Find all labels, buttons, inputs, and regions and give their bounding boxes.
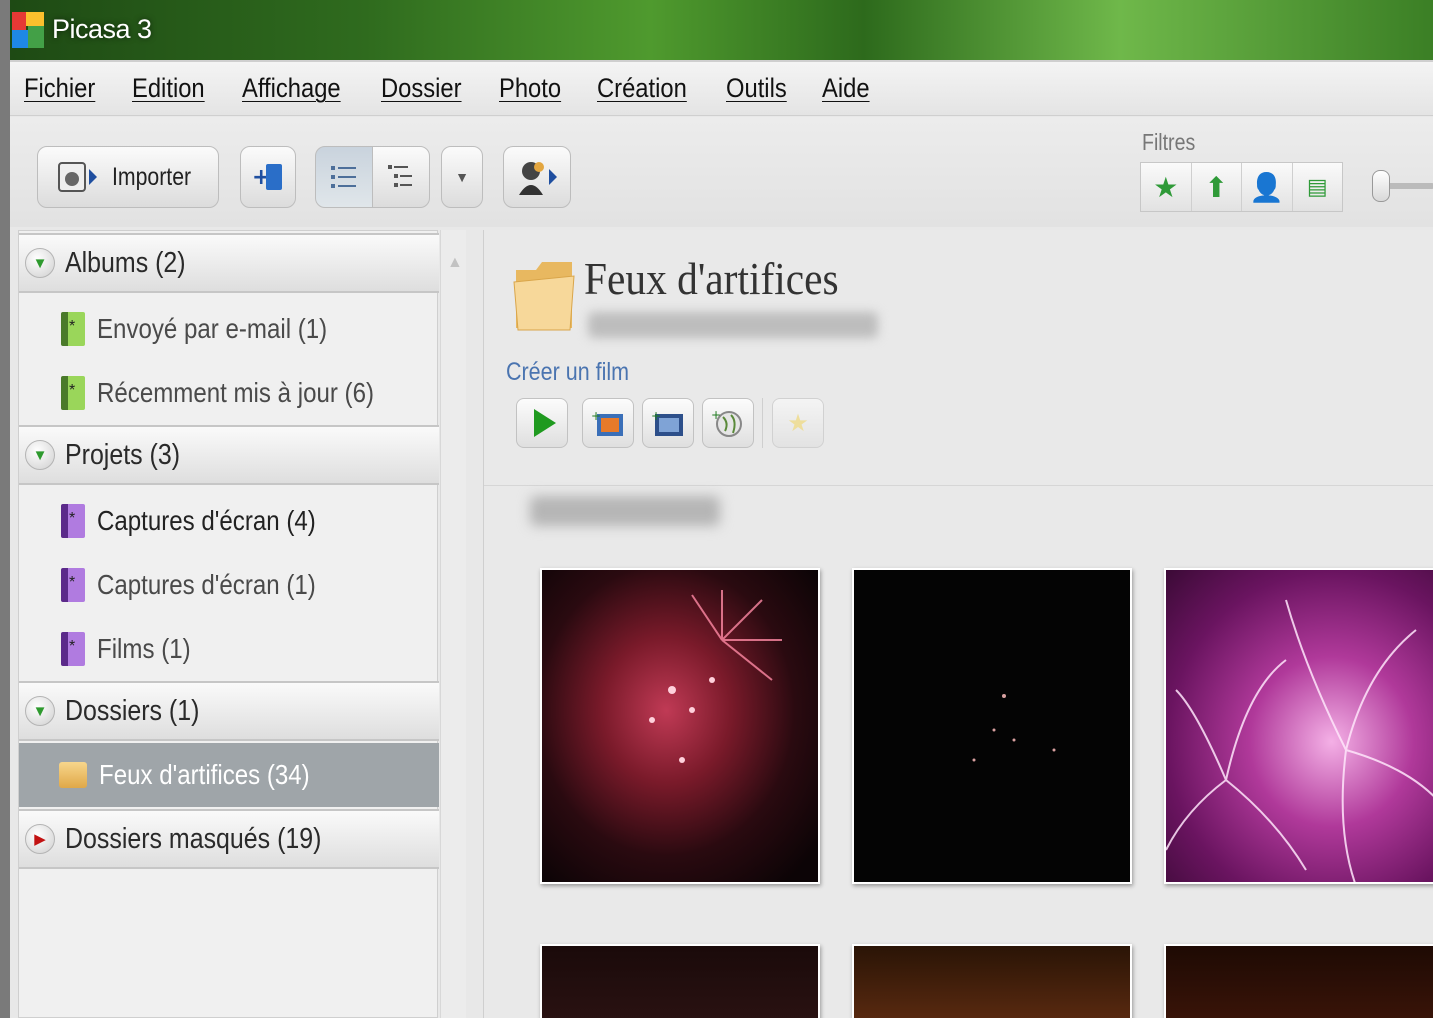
menu-fichier[interactable]: Fichier <box>24 73 95 104</box>
photo-thumbnail[interactable] <box>852 944 1132 1018</box>
add-photo-button[interactable]: + <box>582 398 634 448</box>
sidebar-item-captures-1[interactable]: * Captures d'écran (1) <box>19 553 439 617</box>
add-to-album-button[interactable]: + <box>240 146 296 208</box>
list-view-button[interactable] <box>315 146 373 208</box>
star-button[interactable]: ★ <box>772 398 824 448</box>
sidebar-item-films[interactable]: * Films (1) <box>19 617 439 681</box>
slideshow-button[interactable] <box>516 398 568 448</box>
star-icon: ★ <box>787 409 809 437</box>
library-scrollbar[interactable]: ▲ <box>440 230 466 1018</box>
filter-slider-thumb[interactable] <box>1372 170 1390 202</box>
window-title: Picasa 3 <box>52 14 152 44</box>
section-dossiers-masques[interactable]: ▶ Dossiers masqués (19) <box>19 809 439 869</box>
sidebar-item-envoye[interactable]: * Envoyé par e-mail (1) <box>19 297 439 361</box>
sidebar-item-label: Films (1) <box>97 633 191 664</box>
folder-title: Feux d'artifices <box>584 253 839 304</box>
toolbar-separator <box>762 398 763 448</box>
import-label: Importer <box>112 162 192 191</box>
expand-triangle-icon[interactable]: ▼ <box>25 248 55 278</box>
film-strip-icon: + <box>651 409 683 436</box>
people-button[interactable] <box>503 146 571 208</box>
section-divider <box>484 485 1433 486</box>
add-photo-icon: + <box>591 409 623 436</box>
filters-label: Filtres <box>1142 129 1196 155</box>
firework-red-image <box>649 590 782 763</box>
star-filter-icon[interactable]: ★ <box>1141 163 1192 211</box>
menu-bar: Fichier Edition Affichage Dossier Photo … <box>10 60 1433 116</box>
tree-view-button[interactable] <box>372 146 430 208</box>
big-folder-icon <box>513 262 575 331</box>
section-albums[interactable]: ▼ Albums (2) <box>19 233 439 293</box>
menu-affichage[interactable]: Affichage <box>242 73 341 104</box>
section-projets[interactable]: ▼ Projets (3) <box>19 425 439 485</box>
album-green-icon: * <box>61 376 85 410</box>
collapse-triangle-icon[interactable]: ▶ <box>25 824 55 854</box>
album-green-icon: * <box>61 312 85 346</box>
menu-aide[interactable]: Aide <box>822 73 870 104</box>
firework-pink-image <box>1166 599 1433 882</box>
picasa-logo-icon <box>12 12 44 48</box>
play-icon <box>534 409 556 437</box>
list-view-icon <box>331 166 356 188</box>
title-bar: Picasa 3 <box>10 0 1433 60</box>
section-label: Dossiers masqués (19) <box>65 822 322 855</box>
album-purple-icon: * <box>61 632 85 666</box>
firework-dark-image <box>972 694 1056 762</box>
add-album-icon: + <box>252 164 282 190</box>
section-dossiers[interactable]: ▼ Dossiers (1) <box>19 681 439 741</box>
blurred-folder-info <box>588 312 878 338</box>
camera-icon <box>58 162 98 192</box>
sidebar-item-label: Captures d'écran (4) <box>97 505 316 536</box>
photo-thumbnail[interactable] <box>1164 568 1433 884</box>
menu-photo[interactable]: Photo <box>499 73 561 104</box>
folder-icon <box>59 762 87 788</box>
photo-thumbnail[interactable] <box>540 944 820 1018</box>
menu-dossier[interactable]: Dossier <box>381 73 462 104</box>
chevron-down-icon: ▼ <box>455 169 469 185</box>
person-filter-icon[interactable]: 👤 <box>1242 163 1293 211</box>
folder-view: Feux d'artifices Créer un film + + + ★ <box>483 230 1433 1018</box>
album-purple-icon: * <box>61 568 85 602</box>
sidebar-item-label: Captures d'écran (1) <box>97 569 316 600</box>
import-button[interactable]: Importer <box>37 146 219 208</box>
filters-group: ★ ⬆ 👤 ▤ <box>1140 162 1343 212</box>
sidebar-item-captures-4[interactable]: * Captures d'écran (4) <box>19 489 439 553</box>
add-movie-button[interactable]: + <box>642 398 694 448</box>
blurred-section-title <box>530 496 720 526</box>
globe-icon: + <box>711 408 742 437</box>
person-globe-icon <box>519 162 557 195</box>
svg-text:+: + <box>591 409 601 423</box>
view-dropdown-button[interactable]: ▼ <box>441 146 483 208</box>
tree-view-icon <box>388 165 412 187</box>
svg-text:+: + <box>711 408 721 422</box>
scroll-up-icon[interactable]: ▲ <box>447 254 463 272</box>
svg-text:+: + <box>651 409 661 423</box>
menu-outils[interactable]: Outils <box>726 73 787 104</box>
photo-thumbnail[interactable] <box>1164 944 1433 1018</box>
menu-edition[interactable]: Edition <box>132 73 205 104</box>
section-label: Albums (2) <box>65 246 186 279</box>
menu-creation[interactable]: Création <box>597 73 687 104</box>
sidebar-item-label: Envoyé par e-mail (1) <box>97 313 328 344</box>
album-purple-icon: * <box>61 504 85 538</box>
section-label: Dossiers (1) <box>65 694 200 727</box>
section-label: Projets (3) <box>65 438 181 471</box>
expand-triangle-icon[interactable]: ▼ <box>25 440 55 470</box>
sidebar-item-recemment[interactable]: * Récemment mis à jour (6) <box>19 361 439 425</box>
photo-thumbnail[interactable] <box>852 568 1132 884</box>
upload-filter-icon[interactable]: ⬆ <box>1192 163 1242 211</box>
toolbar: Importer + ▼ Filtres ★ ⬆ 👤 ▤ <box>10 117 1433 227</box>
expand-triangle-icon[interactable]: ▼ <box>25 696 55 726</box>
film-filter-icon[interactable]: ▤ <box>1293 163 1343 211</box>
picasa-window: Picasa 3 Fichier Edition Affichage Dossi… <box>0 0 1433 1018</box>
sidebar-item-feux[interactable]: Feux d'artifices (34) <box>19 743 439 807</box>
sidebar-item-label: Feux d'artifices (34) <box>99 759 310 790</box>
library-panel: ▼ Albums (2) * Envoyé par e-mail (1) * R… <box>18 230 439 1018</box>
create-movie-link[interactable]: Créer un film <box>506 358 629 387</box>
photo-thumbnail[interactable] <box>540 568 820 884</box>
add-web-button[interactable]: + <box>702 398 754 448</box>
sidebar-item-label: Récemment mis à jour (6) <box>97 377 375 408</box>
